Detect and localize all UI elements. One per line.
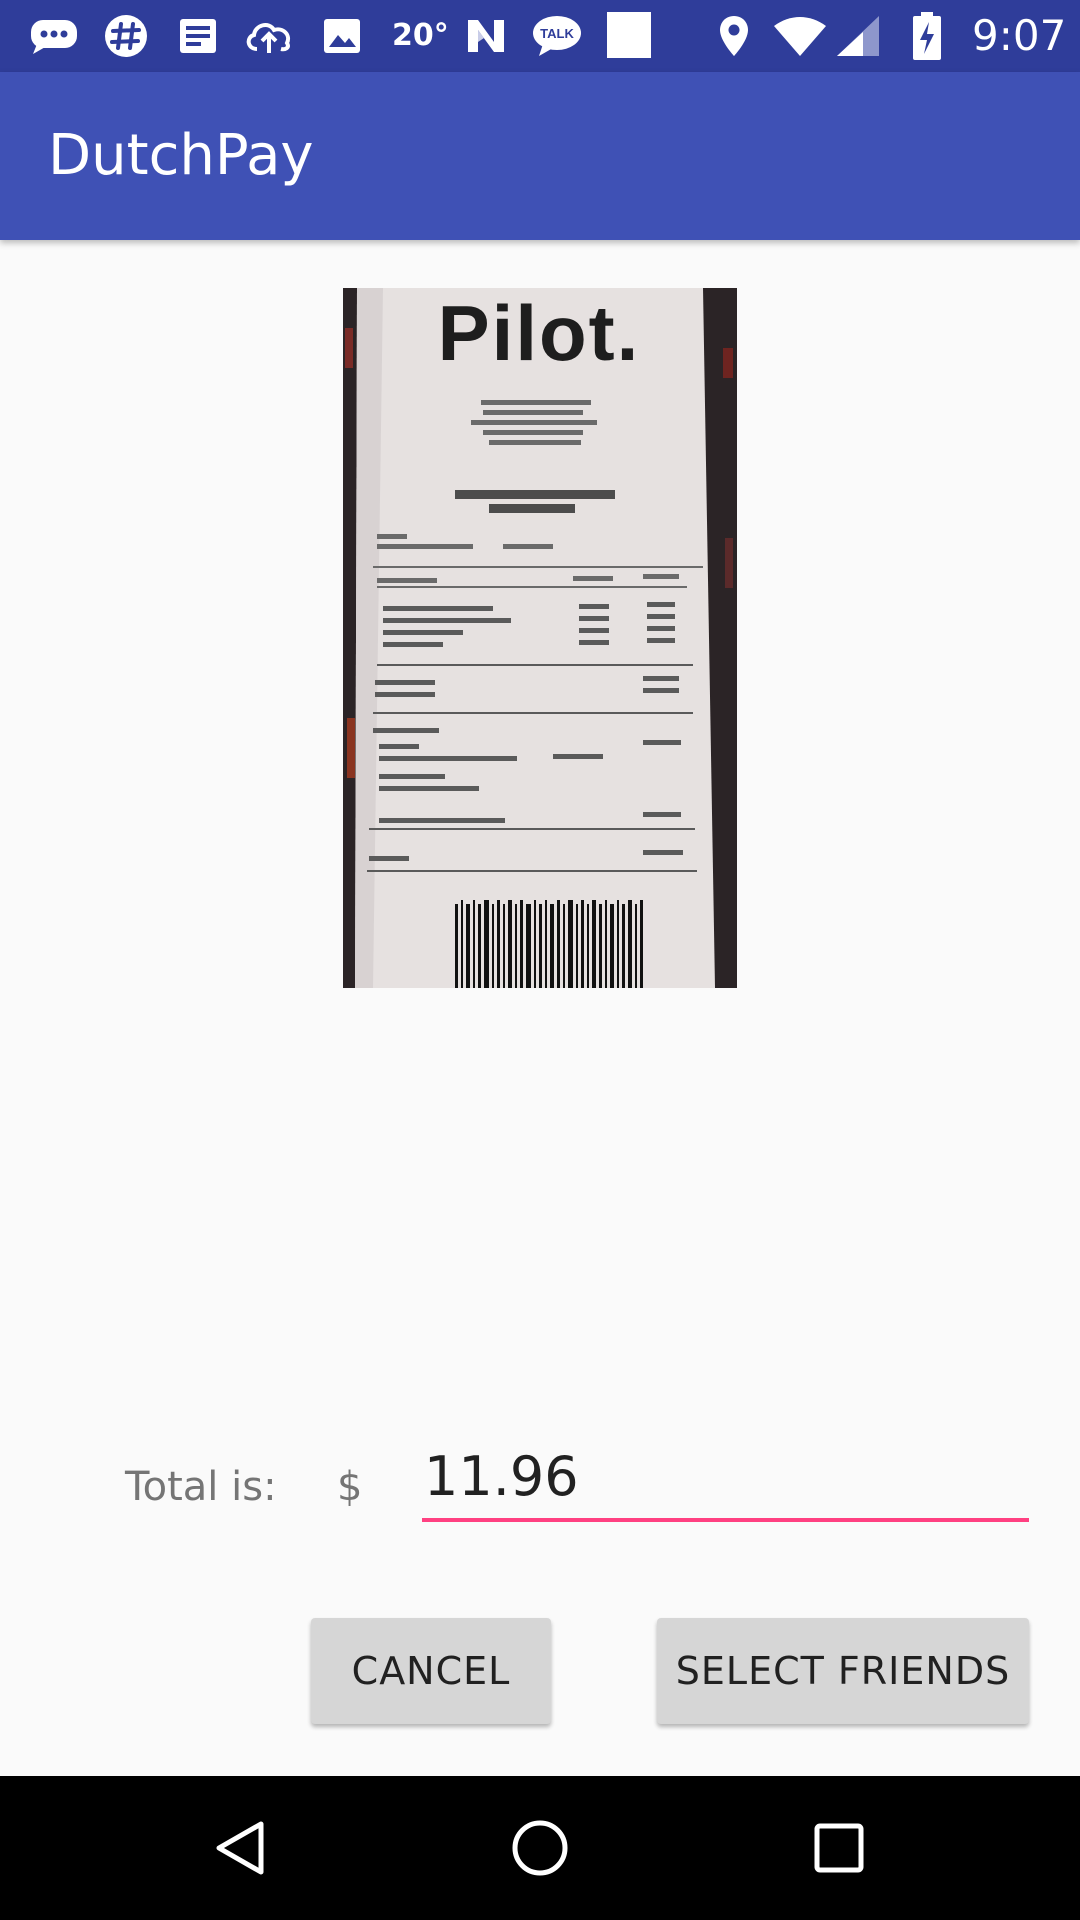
messages-icon <box>28 14 80 58</box>
news-icon <box>176 14 220 58</box>
n-logo-icon <box>462 14 510 58</box>
navigation-bar <box>0 1776 1080 1920</box>
talk-badge-text: TALK <box>540 26 574 41</box>
receipt-photo: Pilot. <box>343 288 737 988</box>
recents-icon[interactable] <box>803 1812 875 1884</box>
home-icon[interactable] <box>504 1812 576 1884</box>
app-title: DutchPay <box>48 123 314 188</box>
total-amount-input[interactable] <box>422 1440 1029 1522</box>
cell-signal-icon <box>834 14 882 58</box>
app-bar: DutchPay <box>0 72 1080 240</box>
talk-icon: TALK <box>530 14 584 58</box>
temperature-text: 20° <box>392 18 449 53</box>
cloud-upload-icon <box>242 14 296 58</box>
battery-charging-icon <box>910 12 944 60</box>
wifi-icon <box>772 14 828 58</box>
status-bar: 20° TALK 9:07 <box>0 0 1080 72</box>
location-icon <box>716 14 752 58</box>
slack-icon <box>102 14 150 58</box>
select-friends-button[interactable]: SELECT FRIENDS <box>657 1618 1029 1724</box>
back-icon[interactable] <box>205 1812 277 1884</box>
image-icon <box>320 14 364 58</box>
square-notification-icon <box>604 12 654 58</box>
currency-symbol: $ <box>337 1464 363 1510</box>
total-label: Total is: <box>125 1464 277 1510</box>
clock-time: 9:07 <box>972 11 1067 60</box>
cancel-button[interactable]: CANCEL <box>311 1618 551 1724</box>
receipt-brand-logo: Pilot. <box>438 289 641 377</box>
